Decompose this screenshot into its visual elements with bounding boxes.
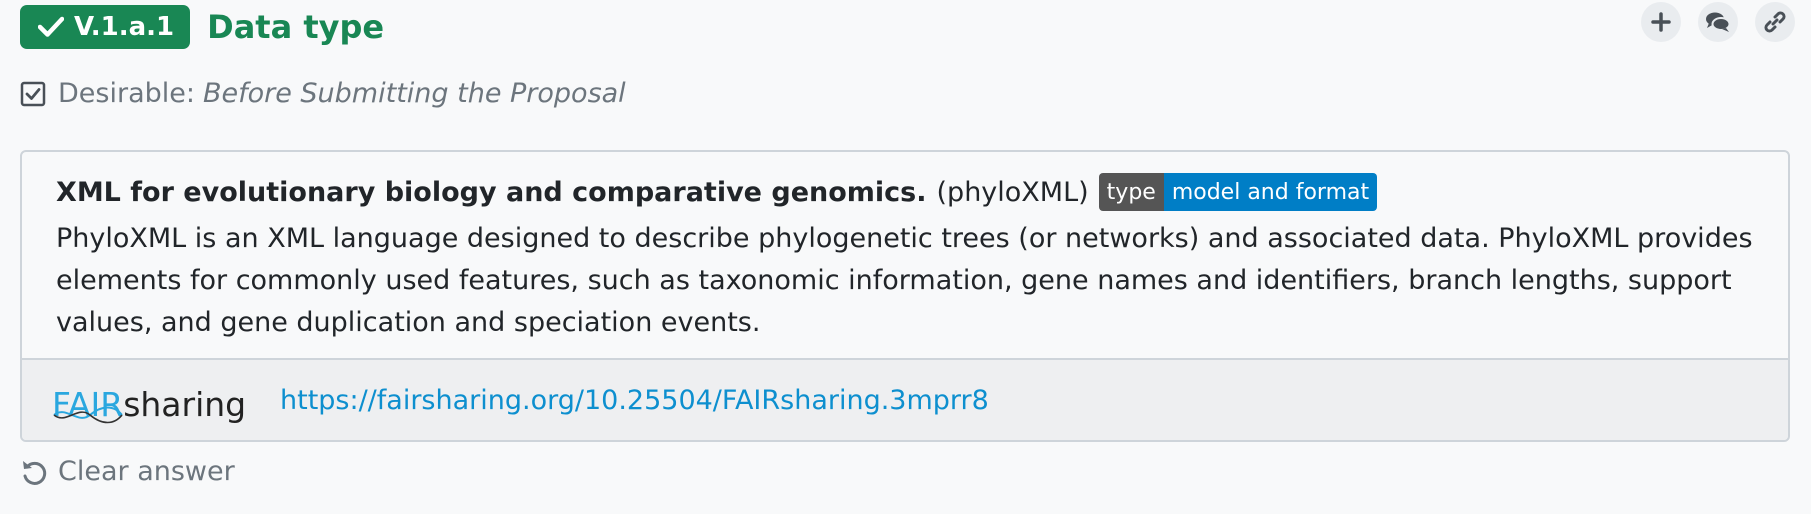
type-badge-value: model and format [1163, 173, 1378, 211]
comments-icon [1705, 11, 1731, 33]
answer-card-body: XML for evolutionary biology and compara… [22, 152, 1788, 360]
question-header: V.1.a.1 Data type [20, 4, 384, 50]
question-title: Data type [207, 8, 385, 46]
checkmark-icon [38, 16, 64, 38]
type-badge: type model and format [1098, 173, 1378, 211]
version-label: V.1.a.1 [74, 12, 175, 42]
requirement-phase: Before Submitting the Proposal [202, 78, 626, 109]
type-badge-key: type [1098, 173, 1164, 211]
question-actions [1641, 2, 1795, 42]
link-button[interactable] [1755, 2, 1795, 42]
add-button[interactable] [1641, 2, 1681, 42]
checkbox-checked-icon [20, 81, 46, 107]
fairsharing-link[interactable]: https://fairsharing.org/10.25504/FAIRsha… [280, 385, 989, 416]
answer-card: XML for evolutionary biology and compara… [20, 150, 1790, 442]
standard-abbreviation: (phyloXML) [936, 176, 1089, 208]
link-icon [1763, 10, 1787, 34]
standard-name: XML for evolutionary biology and compara… [56, 176, 927, 208]
comments-button[interactable] [1698, 2, 1738, 42]
answer-title-line: XML for evolutionary biology and compara… [56, 172, 1788, 212]
requirement-level-label: Desirable: [58, 78, 195, 109]
clear-answer-label: Clear answer [58, 456, 235, 487]
fairsharing-logo: FAIR sharing [52, 376, 264, 424]
requirement-level: Desirable: Before Submitting the Proposa… [20, 78, 626, 109]
undo-icon [20, 458, 48, 486]
fairsharing-logo-sharing: sharing [123, 385, 247, 424]
fairsharing-wave-icon [53, 406, 123, 424]
standard-description: PhyloXML is an XML language designed to … [56, 223, 1753, 338]
clear-answer-button[interactable]: Clear answer [20, 456, 235, 487]
answer-card-footer: FAIR sharing https://fairsharing.org/10.2… [22, 358, 1788, 440]
plus-icon [1651, 12, 1671, 32]
version-badge: V.1.a.1 [20, 5, 191, 49]
